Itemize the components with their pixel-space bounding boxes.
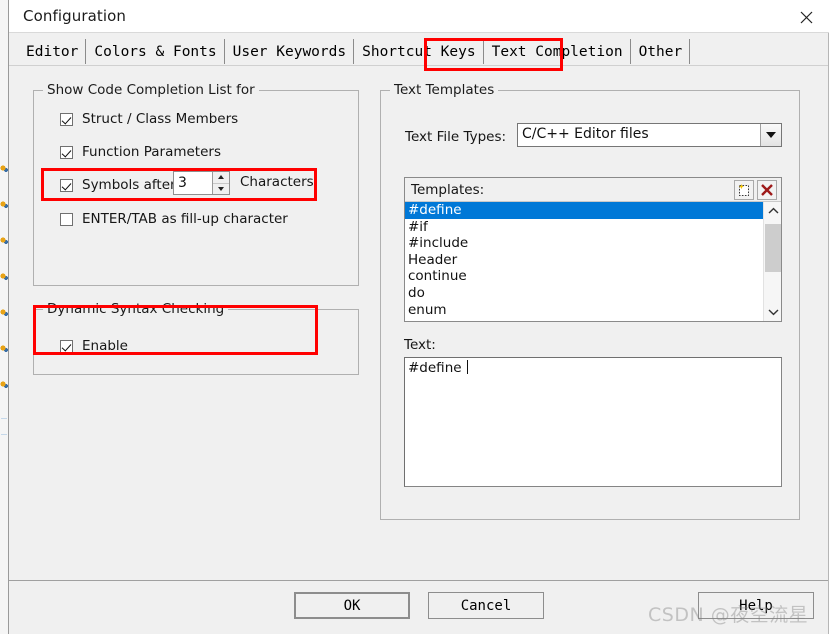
help-button[interactable]: Help [698,592,814,619]
symbols-after-value[interactable]: 3 [174,172,212,194]
text-templates-group: Text Templates Text File Types: C/C++ Ed… [380,82,800,520]
templates-scrollbar[interactable] [763,202,781,321]
checkbox-label: Struct / Class Members [82,111,239,127]
template-text-editor[interactable]: #define [404,357,782,487]
background-window-strip [0,0,9,634]
list-item[interactable]: #define [405,202,763,219]
text-label: Text: [404,337,436,353]
spinner-up-arrow-icon[interactable] [213,172,229,183]
list-item[interactable]: #include [405,235,763,252]
checkbox-struct-class-members[interactable]: Struct / Class Members [60,111,238,127]
dynamic-syntax-checking-group: Dynamic Syntax Checking Enable [33,301,359,375]
cancel-button[interactable]: Cancel [428,592,544,619]
templates-items: #define #if #include Header continue do … [405,202,763,321]
symbols-after-stepper[interactable]: 3 [173,171,230,195]
checkbox-label: ENTER/TAB as fill-up character [82,211,288,227]
show-code-completion-group: Show Code Completion List for Struct / C… [33,82,359,286]
configuration-dialog: Configuration Editor Colors & Fonts User… [0,0,829,634]
chevron-down-icon[interactable] [760,124,781,146]
templates-label: Templates: [411,182,485,198]
scrollbar-thumb[interactable] [765,224,781,272]
list-item[interactable]: Header [405,252,763,269]
tab-shortcut-keys[interactable]: Shortcut Keys [354,39,484,64]
new-template-icon[interactable] [734,180,754,200]
checkbox-box-icon [60,178,73,192]
list-item[interactable]: continue [405,268,763,285]
show-code-completion-group-title: Show Code Completion List for [43,82,259,98]
tab-colors-and-fonts[interactable]: Colors & Fonts [86,39,225,64]
page-title: Configuration [23,7,127,25]
checkbox-enable-syntax-checking[interactable]: Enable [60,338,128,354]
text-file-types-label: Text File Types: [405,129,507,145]
checkbox-box-icon [60,112,73,126]
characters-label: Characters [240,174,314,190]
list-item[interactable]: do [405,285,763,302]
checkbox-label: Enable [82,338,128,354]
scroll-up-chevron-icon[interactable] [764,202,782,220]
checkbox-label: Function Parameters [82,144,221,160]
checkbox-function-parameters[interactable]: Function Parameters [60,144,221,160]
delete-template-icon[interactable] [757,180,777,200]
tab-user-keywords[interactable]: User Keywords [224,39,355,64]
tab-editor[interactable]: Editor [19,39,87,64]
templates-panel: Templates: #define #if #include Header c… [404,177,782,322]
checkbox-symbols-after[interactable]: Symbols after [60,177,176,193]
list-item[interactable]: enum [405,302,763,319]
checkbox-box-icon [60,212,73,226]
checkbox-box-icon [60,145,73,159]
text-file-types-select[interactable]: C/C++ Editor files [517,123,782,147]
dynamic-syntax-checking-group-title: Dynamic Syntax Checking [43,301,229,317]
spinner-down-arrow-icon[interactable] [213,182,229,195]
template-text-value: #define [408,360,466,376]
tab-text-completion[interactable]: Text Completion [483,39,631,64]
title-bar: Configuration [9,0,829,33]
tab-other[interactable]: Other [630,39,691,64]
text-caret [466,360,468,374]
scroll-down-chevron-icon[interactable] [764,303,782,321]
checkbox-label: Symbols after [82,177,176,193]
tab-strip: Editor Colors & Fonts User Keywords Shor… [9,34,828,66]
dialog-footer: OK Cancel Help [9,581,828,634]
checkbox-enter-tab-fillup[interactable]: ENTER/TAB as fill-up character [60,211,288,227]
list-item[interactable]: #if [405,219,763,236]
tab-content-text-completion: Show Code Completion List for Struct / C… [9,66,828,580]
checkbox-box-icon [60,339,73,353]
text-templates-group-title: Text Templates [390,82,499,98]
close-icon[interactable] [791,4,821,30]
text-file-types-value: C/C++ Editor files [522,126,649,142]
templates-listbox[interactable]: #define #if #include Header continue do … [405,202,781,321]
templates-header: Templates: [405,178,781,202]
ok-button[interactable]: OK [294,592,410,619]
